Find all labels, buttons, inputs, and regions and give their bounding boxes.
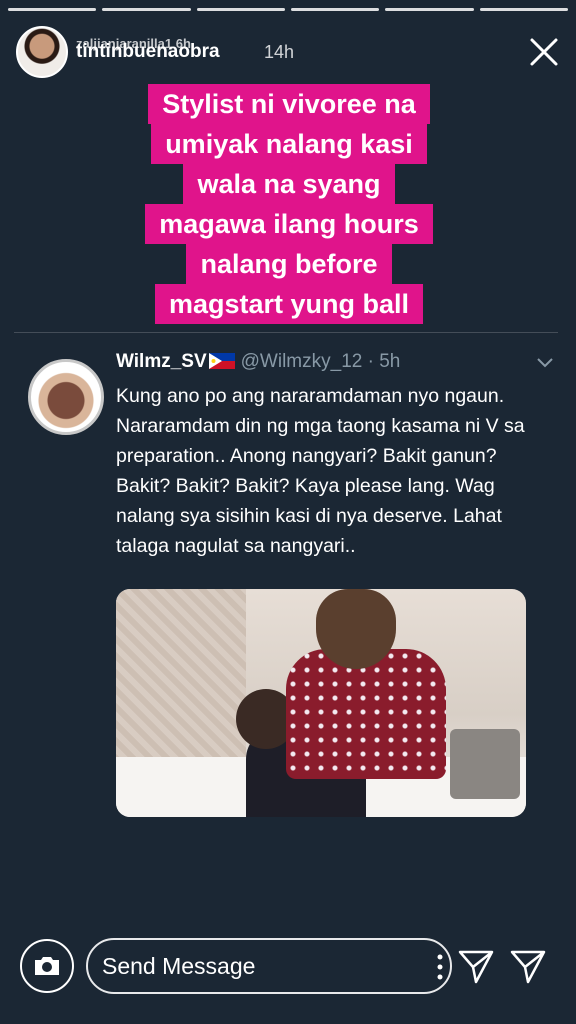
tweet-photo[interactable] bbox=[116, 589, 526, 817]
more-icon[interactable] bbox=[436, 952, 444, 982]
send-icon[interactable] bbox=[508, 948, 548, 986]
caption-line: magstart yung ball bbox=[154, 284, 424, 324]
tweet-separator: · bbox=[362, 351, 380, 372]
progress-segment bbox=[385, 8, 474, 11]
caption-line: Stylist ni vivoree na bbox=[148, 84, 430, 124]
tweet-card[interactable]: Wilmz_SV @Wilmzky_12 · 5h Kung ano po an… bbox=[14, 332, 558, 817]
chevron-down-icon[interactable] bbox=[536, 357, 554, 369]
progress-segment bbox=[8, 8, 97, 11]
photo-stylist bbox=[286, 649, 446, 779]
tweet-text: Kung ano po ang nararamdaman nyo ngaun. … bbox=[116, 385, 525, 557]
photo-wall bbox=[116, 589, 246, 779]
avatar[interactable] bbox=[16, 26, 68, 78]
caption-line: wala na syang bbox=[183, 164, 395, 204]
story-progress-bar bbox=[8, 8, 568, 11]
caption-line: nalang before bbox=[186, 244, 392, 284]
caption-line: umiyak nalang kasi bbox=[151, 124, 427, 164]
tweet-meta: Wilmz_SV @Wilmzky_12 · 5h bbox=[116, 351, 400, 373]
story-footer: Send Message bbox=[0, 914, 576, 1024]
story-time: 14h bbox=[264, 42, 295, 62]
progress-segment bbox=[102, 8, 191, 11]
caption-line: magawa ilang hours bbox=[145, 204, 433, 244]
photo-suitcase bbox=[450, 729, 520, 799]
send-message-input[interactable]: Send Message bbox=[86, 938, 452, 994]
progress-segment bbox=[196, 8, 285, 11]
photo-stylist-head bbox=[316, 589, 396, 669]
tweet-handle[interactable]: @Wilmzky_12 bbox=[241, 351, 363, 372]
send-icon[interactable] bbox=[456, 948, 496, 986]
story-username[interactable]: tintinbuenaobra bbox=[76, 41, 220, 63]
progress-segment bbox=[290, 8, 380, 11]
progress-segment bbox=[479, 8, 568, 11]
philippines-flag-icon bbox=[208, 353, 235, 369]
tweet-display-name[interactable]: Wilmz_SV bbox=[116, 351, 207, 372]
camera-button[interactable] bbox=[20, 939, 74, 993]
tweet-time: 5h bbox=[379, 351, 401, 372]
camera-icon bbox=[35, 957, 59, 975]
story-caption: Stylist ni vivoree na umiyak nalang kasi… bbox=[124, 84, 454, 324]
tweet-avatar[interactable] bbox=[28, 359, 104, 435]
story-header: zaljianjaranilla1 6h tintinbuenaobra 14h bbox=[16, 26, 560, 78]
close-icon[interactable] bbox=[528, 36, 560, 68]
send-message-placeholder: Send Message bbox=[102, 952, 256, 979]
